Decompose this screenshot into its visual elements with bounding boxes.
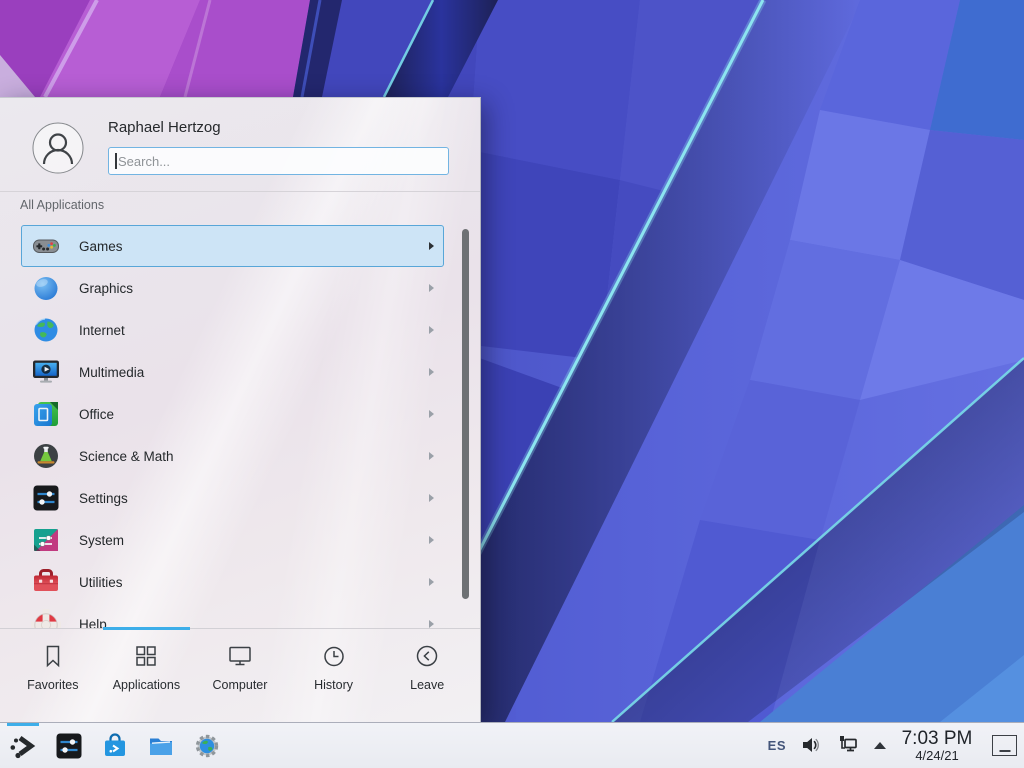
back-circle-icon (414, 643, 440, 669)
lifebuoy-icon (31, 609, 61, 628)
menu-item-label: Games (79, 239, 123, 254)
menu-item-label: Office (79, 407, 114, 422)
tab-label: Applications (113, 678, 180, 692)
section-label: All Applications (20, 198, 104, 212)
submenu-arrow-icon (429, 452, 434, 460)
submenu-arrow-icon (429, 578, 434, 586)
toolbox-icon (31, 567, 61, 597)
file-manager-folder-icon (146, 731, 176, 761)
menu-item-label: Internet (79, 323, 125, 338)
web-globe-gear-icon (192, 731, 222, 761)
show-desktop-button[interactable] (992, 735, 1017, 756)
sliders-dark-icon (31, 483, 61, 513)
submenu-arrow-icon (429, 326, 434, 334)
clock-time: 7:03 PM (900, 729, 974, 749)
menu-item-games[interactable]: Games (21, 225, 444, 267)
user-icon (32, 122, 84, 174)
gamepad-icon (31, 231, 61, 261)
discover-bag-icon (100, 731, 130, 761)
tab-favorites[interactable]: Favorites (6, 629, 100, 722)
text-caret (115, 153, 117, 169)
flask-icon (31, 441, 61, 471)
document-stack-icon (31, 399, 61, 429)
menu-item-graphics[interactable]: Graphics (21, 267, 444, 309)
menu-item-science-math[interactable]: Science & Math (21, 435, 444, 477)
menu-item-label: Graphics (79, 281, 133, 296)
tab-label: Favorites (27, 678, 78, 692)
system-settings-launcher[interactable] (54, 731, 84, 761)
menu-item-multimedia[interactable]: Multimedia (21, 351, 444, 393)
user-avatar[interactable] (32, 122, 84, 174)
menu-item-system[interactable]: System (21, 519, 444, 561)
discover-launcher[interactable] (100, 731, 130, 761)
menu-item-label: Science & Math (79, 449, 174, 464)
clock-date: 4/24/21 (900, 749, 974, 763)
submenu-arrow-icon (429, 368, 434, 376)
application-launcher-menu: Raphael Hertzog All Applications (0, 97, 481, 722)
monitor-icon (227, 643, 253, 669)
network-wired-icon[interactable] (836, 733, 860, 757)
submenu-arrow-icon (429, 242, 434, 250)
digital-clock[interactable]: 7:03 PM 4/24/21 (900, 729, 974, 763)
tab-computer[interactable]: Computer (193, 629, 287, 722)
app-launcher-button[interactable] (8, 731, 38, 761)
submenu-arrow-icon (429, 410, 434, 418)
menu-item-label: Multimedia (79, 365, 144, 380)
web-settings-launcher[interactable] (192, 731, 222, 761)
tab-label: Computer (213, 678, 268, 692)
file-manager-launcher[interactable] (146, 731, 176, 761)
submenu-arrow-icon (429, 536, 434, 544)
launcher-header: Raphael Hertzog (0, 98, 480, 192)
submenu-arrow-icon (429, 494, 434, 502)
tab-applications[interactable]: Applications (100, 629, 194, 722)
menu-item-label: Settings (79, 491, 128, 506)
system-settings-icon (54, 731, 84, 761)
category-list: Games Graphics (0, 225, 480, 628)
sliders-color-icon (31, 525, 61, 555)
sphere-icon (31, 273, 61, 303)
audio-volume-icon[interactable] (800, 734, 822, 756)
menu-item-label: System (79, 533, 124, 548)
desktop: Raphael Hertzog All Applications (0, 0, 1024, 768)
menu-item-internet[interactable]: Internet (21, 309, 444, 351)
menu-item-utilities[interactable]: Utilities (21, 561, 444, 603)
globe-icon (31, 315, 61, 345)
active-tab-indicator (103, 627, 190, 630)
grid-icon (133, 643, 159, 669)
expand-tray-arrow-icon[interactable] (874, 742, 886, 749)
tab-history[interactable]: History (287, 629, 381, 722)
tab-label: History (314, 678, 353, 692)
bookmark-icon (40, 643, 66, 669)
tab-label: Leave (410, 678, 444, 692)
system-tray: ES 7:03 PM 4/24/21 (768, 729, 1024, 763)
app-launcher-icon (8, 731, 38, 761)
submenu-arrow-icon (429, 620, 434, 628)
submenu-arrow-icon (429, 284, 434, 292)
scrollbar[interactable] (462, 229, 469, 599)
menu-item-office[interactable]: Office (21, 393, 444, 435)
taskbar: ES 7:03 PM 4/24/21 (0, 722, 1024, 768)
clock-icon (321, 643, 347, 669)
keyboard-layout-indicator[interactable]: ES (768, 738, 786, 753)
tab-leave[interactable]: Leave (380, 629, 474, 722)
launcher-active-indicator (7, 723, 39, 726)
menu-item-settings[interactable]: Settings (21, 477, 444, 519)
menu-item-help[interactable]: Help (21, 603, 444, 628)
user-name: Raphael Hertzog (108, 119, 221, 136)
menu-item-label: Utilities (79, 575, 123, 590)
search-input[interactable] (108, 147, 449, 175)
monitor-play-icon (31, 357, 61, 387)
launcher-tab-bar: Favorites Applications (0, 628, 480, 722)
